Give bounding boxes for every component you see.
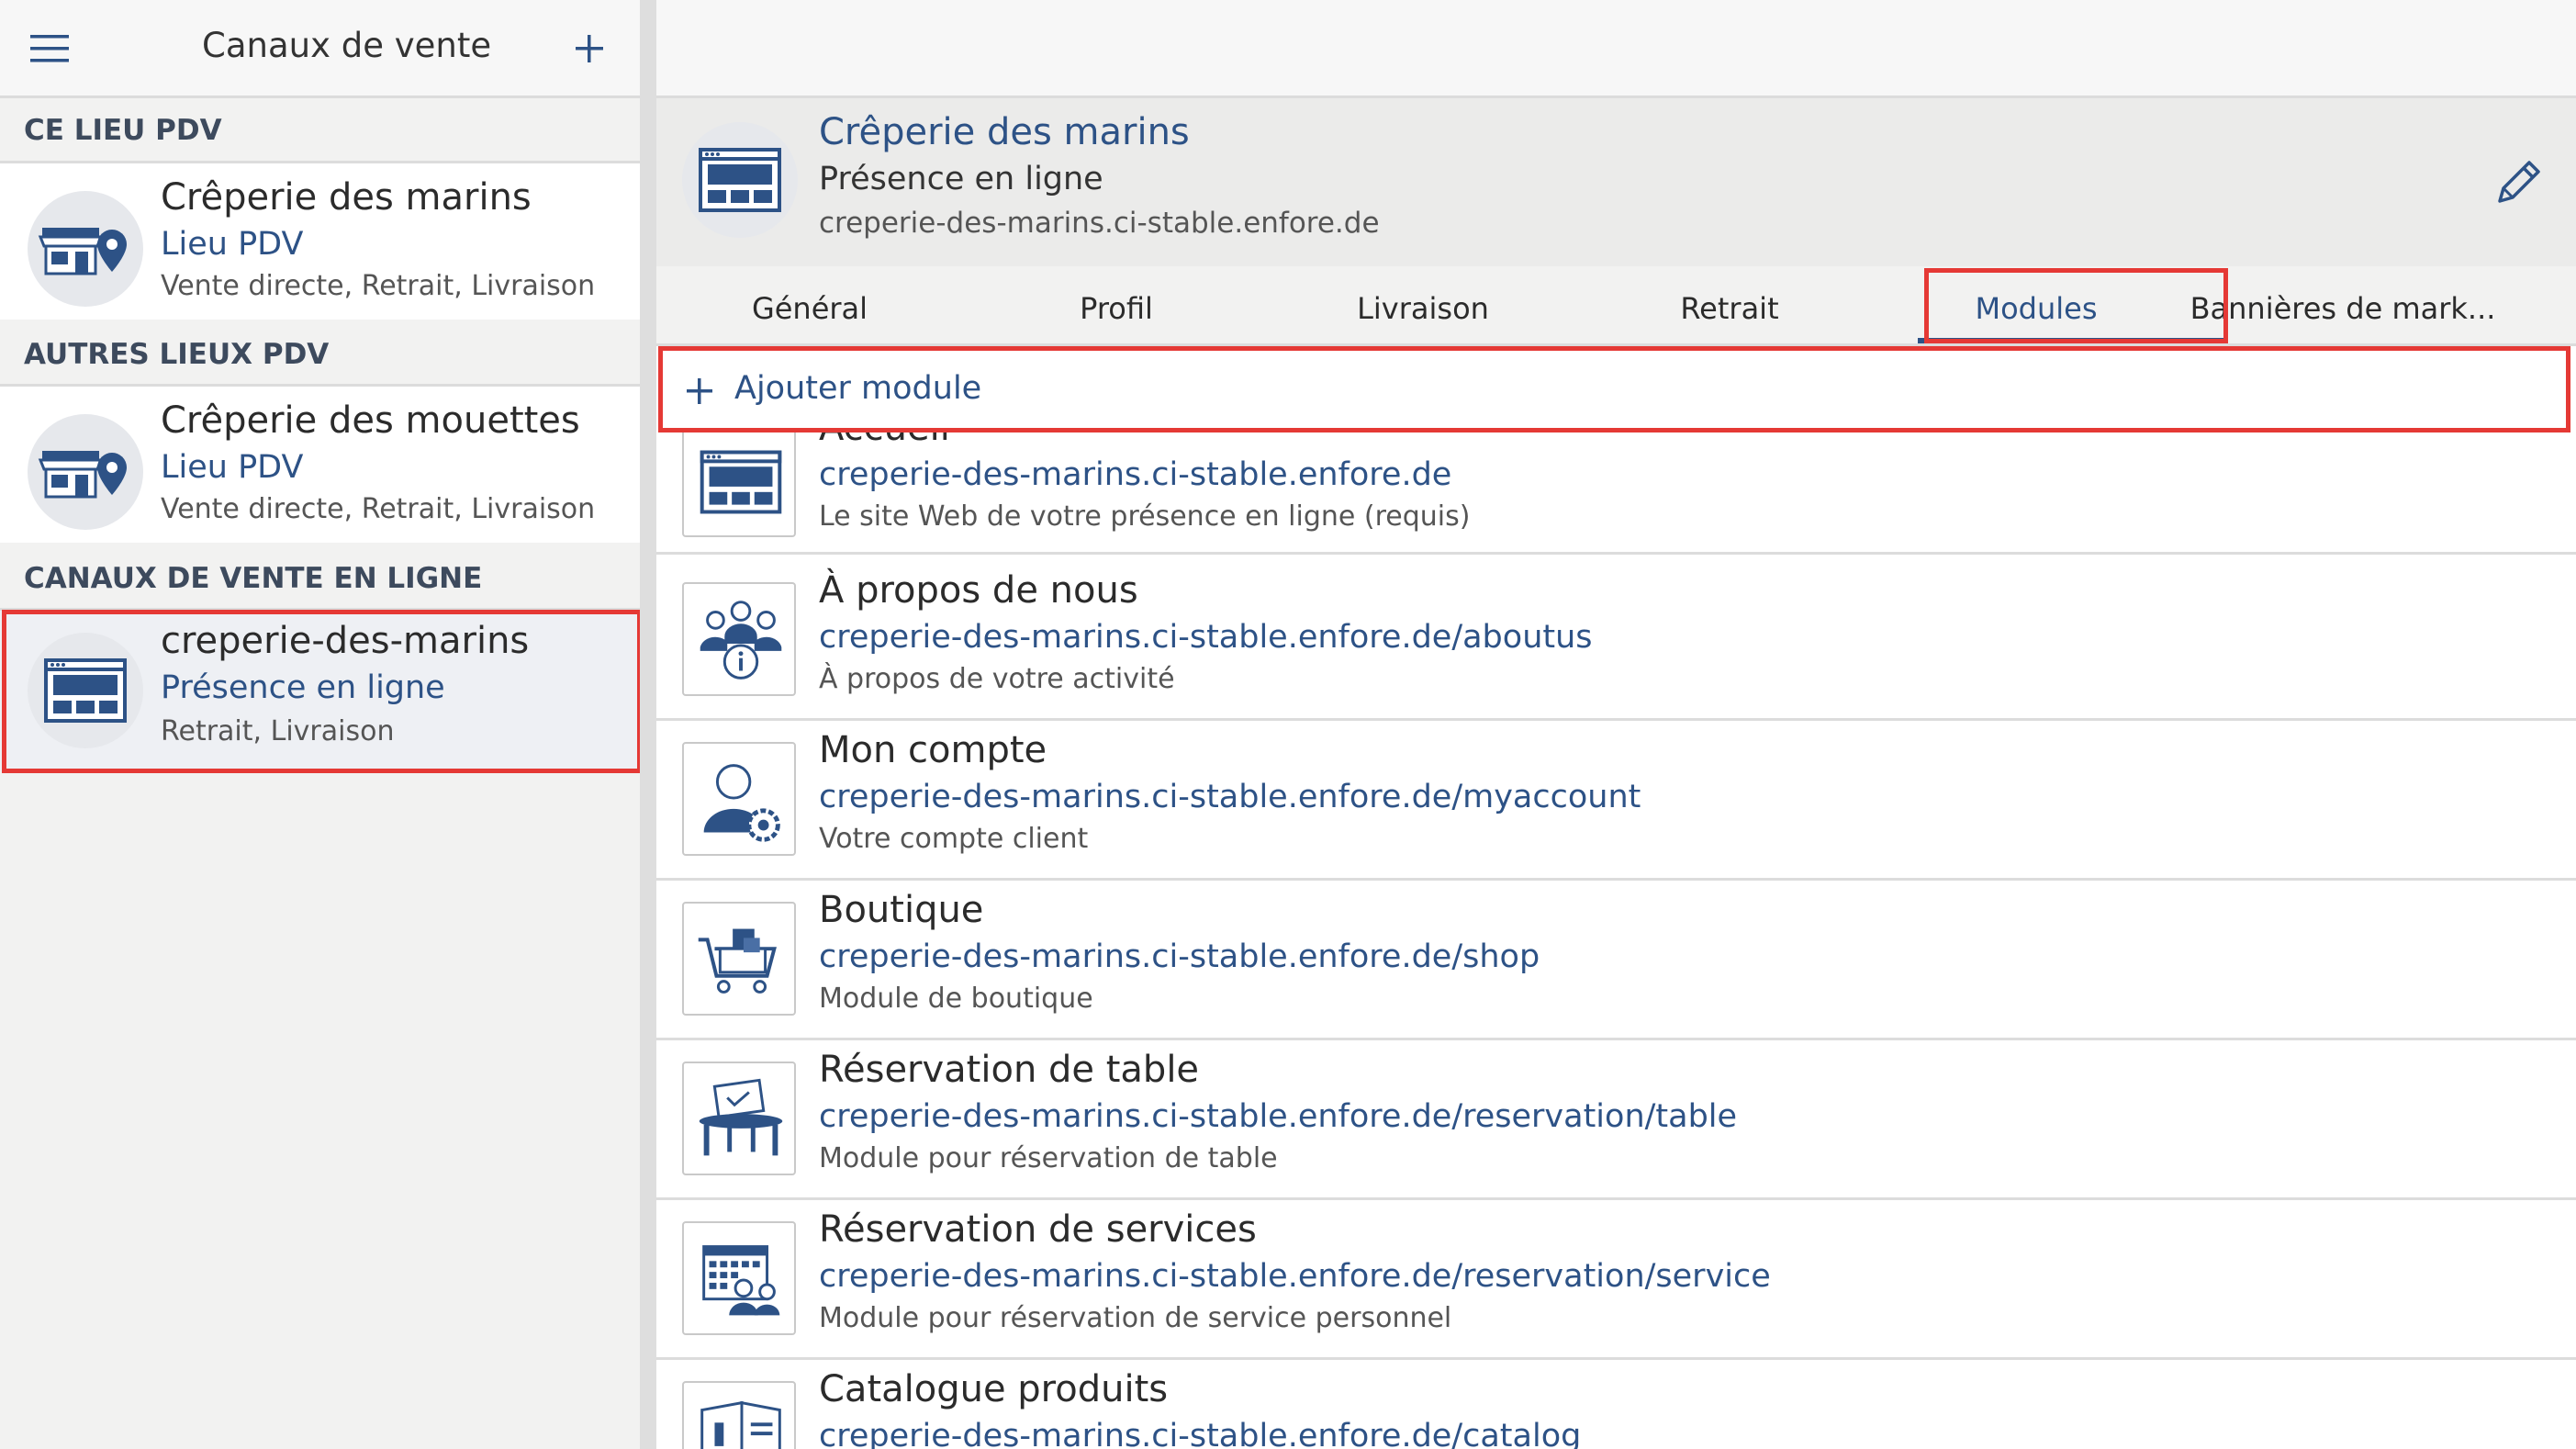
store-pin-icon (28, 191, 143, 307)
module-row-myaccount[interactable]: Mon compte creperie-des-marins.ci-stable… (656, 718, 2576, 881)
browser-window-icon (682, 432, 796, 537)
module-row-accueil[interactable]: Accueil creperie-des-marins.ci-stable.en… (656, 432, 2576, 555)
module-row-aboutus[interactable]: À propos de nous creperie-des-marins.ci-… (656, 558, 2576, 721)
store-pin-icon (28, 414, 143, 530)
browser-window-icon (682, 122, 798, 238)
detail-toolbar (656, 0, 2576, 98)
page-title: Crêperie des marins (819, 111, 1190, 153)
tab-highlight (1924, 268, 2228, 343)
detail-pane: Crêperie des marins Présence en ligne cr… (656, 0, 2576, 1449)
section-heading: AUTRES LIEUX PDV (24, 338, 330, 371)
module-url: creperie-des-marins.ci-stable.enfore.de/… (819, 1418, 1582, 1449)
module-url: creperie-des-marins.ci-stable.enfore.de/… (819, 1098, 1738, 1135)
section-heading: CE LIEU PDV (24, 114, 222, 147)
tab-retrait[interactable]: Retrait (1576, 266, 1883, 343)
sidebar-header: Canaux de vente (0, 0, 640, 98)
page-url: creperie-des-marins.ci-stable.enfore.de (819, 207, 1380, 240)
shopping-cart-icon (682, 902, 796, 1016)
module-url: creperie-des-marins.ci-stable.enfore.de/… (819, 938, 1540, 975)
table-reservation-icon (682, 1061, 796, 1175)
item-name: Crêperie des mouettes (161, 399, 580, 442)
tab-livraison[interactable]: Livraison (1270, 266, 1576, 343)
catalog-icon (682, 1381, 796, 1449)
module-row-table-reservation[interactable]: Réservation de table creperie-des-marins… (656, 1038, 2576, 1200)
module-row-shop[interactable]: Boutique creperie-des-marins.ci-stable.e… (656, 878, 2576, 1040)
calendar-people-icon (682, 1221, 796, 1335)
module-title: Réservation de table (819, 1049, 1200, 1091)
module-title: Boutique (819, 889, 984, 931)
edit-pencil-icon[interactable] (2491, 155, 2546, 210)
pane-divider (640, 0, 656, 1449)
module-desc: Module pour réservation de service perso… (819, 1302, 1452, 1334)
module-title: Mon compte (819, 729, 1047, 771)
selected-highlight (2, 610, 642, 773)
module-row-service-reservation[interactable]: Réservation de services creperie-des-mar… (656, 1197, 2576, 1360)
module-desc: Module pour réservation de table (819, 1142, 1278, 1174)
module-url: creperie-des-marins.ci-stable.enfore.de/… (819, 1258, 1771, 1295)
add-module-highlight (658, 346, 2570, 432)
menu-icon[interactable] (30, 35, 69, 62)
module-title: Réservation de services (819, 1208, 1257, 1251)
add-icon[interactable] (576, 35, 603, 62)
module-desc: À propos de votre activité (819, 663, 1175, 695)
module-url: creperie-des-marins.ci-stable.enfore.de (819, 456, 1452, 493)
tab-general[interactable]: Général (656, 266, 963, 343)
channel-header: Crêperie des marins Présence en ligne cr… (656, 98, 2576, 266)
user-settings-icon (682, 742, 796, 856)
item-details: Vente directe, Retrait, Livraison (161, 493, 596, 525)
module-url: creperie-des-marins.ci-stable.enfore.de/… (819, 619, 1593, 656)
module-desc: Module de boutique (819, 983, 1093, 1015)
team-info-icon (682, 582, 796, 696)
item-details: Vente directe, Retrait, Livraison (161, 270, 596, 302)
module-title: Accueil (819, 432, 950, 449)
module-title: À propos de nous (819, 569, 1138, 612)
sidebar: Canaux de vente CE LIEU PDV Crêperie des… (0, 0, 642, 1449)
section-heading: CANAUX DE VENTE EN LIGNE (24, 562, 483, 595)
page-subtitle: Présence en ligne (819, 161, 1103, 197)
module-desc: Votre compte client (819, 823, 1089, 855)
module-row-catalog[interactable]: Catalogue produits creperie-des-marins.c… (656, 1357, 2576, 1449)
tab-profil[interactable]: Profil (963, 266, 1270, 343)
sidebar-title: Canaux de vente (202, 26, 492, 65)
item-type: Lieu PDV (161, 226, 304, 263)
sidebar-item-creperie-des-mouettes[interactable]: Crêperie des mouettes Lieu PDV Vente dir… (0, 387, 640, 543)
module-list: Accueil creperie-des-marins.ci-stable.en… (656, 432, 2576, 1449)
sidebar-item-creperie-des-marins[interactable]: Crêperie des marins Lieu PDV Vente direc… (0, 163, 640, 320)
module-title: Catalogue produits (819, 1368, 1169, 1410)
module-desc: Le site Web de votre présence en ligne (… (819, 500, 1471, 533)
tab-bannieres[interactable]: Bannières de mark... (2190, 266, 2496, 343)
module-url: creperie-des-marins.ci-stable.enfore.de/… (819, 779, 1641, 815)
item-type: Lieu PDV (161, 449, 304, 486)
item-name: Crêperie des marins (161, 176, 532, 219)
